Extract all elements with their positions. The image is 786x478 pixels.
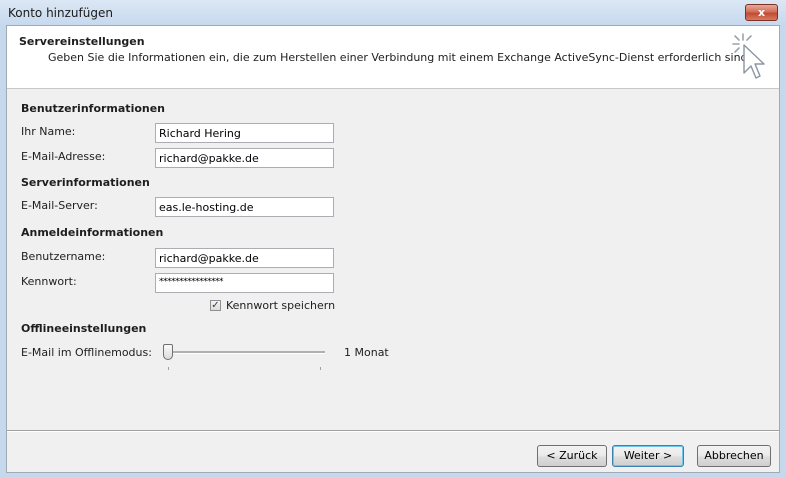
wizard-cursor-icon bbox=[732, 33, 765, 79]
remember-password-label[interactable]: Kennwort speichern bbox=[226, 299, 335, 312]
name-input[interactable]: Richard Hering bbox=[155, 123, 334, 143]
email-input[interactable]: richard@pakke.de bbox=[155, 148, 334, 168]
section-login-info: Anmeldeinformationen bbox=[21, 226, 164, 239]
offline-slider-track[interactable] bbox=[167, 351, 325, 354]
offline-slider-thumb[interactable] bbox=[163, 344, 173, 360]
slider-tick-end bbox=[320, 367, 321, 370]
section-user-info: Benutzerinformationen bbox=[21, 102, 166, 115]
header-title: Servereinstellungen bbox=[19, 35, 145, 48]
footer-separator bbox=[7, 430, 779, 432]
password-input[interactable]: **************** bbox=[155, 273, 334, 293]
checkbox-check-icon[interactable]: ✓ bbox=[210, 300, 221, 311]
email-label: E-Mail-Adresse: bbox=[21, 150, 106, 163]
back-button[interactable]: < Zurück bbox=[537, 445, 607, 467]
dialog-window: Servereinstellungen Geben Sie die Inform… bbox=[6, 25, 780, 473]
username-input[interactable]: richard@pakke.de bbox=[155, 248, 334, 268]
close-icon: x bbox=[757, 6, 766, 19]
section-server-info: Serverinformationen bbox=[21, 176, 150, 189]
offline-mode-value: 1 Monat bbox=[344, 346, 389, 359]
header-description: Geben Sie die Informationen ein, die zum… bbox=[48, 51, 752, 64]
name-label: Ihr Name: bbox=[21, 125, 76, 138]
title-bar: Konto hinzufügen x bbox=[0, 0, 786, 25]
header-panel: Servereinstellungen Geben Sie die Inform… bbox=[7, 26, 779, 89]
cancel-button[interactable]: Abbrechen bbox=[697, 445, 771, 467]
server-input[interactable]: eas.le-hosting.de bbox=[155, 197, 334, 217]
username-label: Benutzername: bbox=[21, 250, 106, 263]
server-label: E-Mail-Server: bbox=[21, 199, 98, 212]
close-button[interactable]: x bbox=[745, 4, 778, 21]
slider-tick-start bbox=[168, 367, 169, 370]
offline-mode-label: E-Mail im Offlinemodus: bbox=[21, 346, 152, 359]
section-offline-settings: Offlineeinstellungen bbox=[21, 322, 147, 335]
password-label: Kennwort: bbox=[21, 275, 77, 288]
window-title: Konto hinzufügen bbox=[8, 6, 113, 20]
next-button[interactable]: Weiter > bbox=[612, 445, 684, 467]
